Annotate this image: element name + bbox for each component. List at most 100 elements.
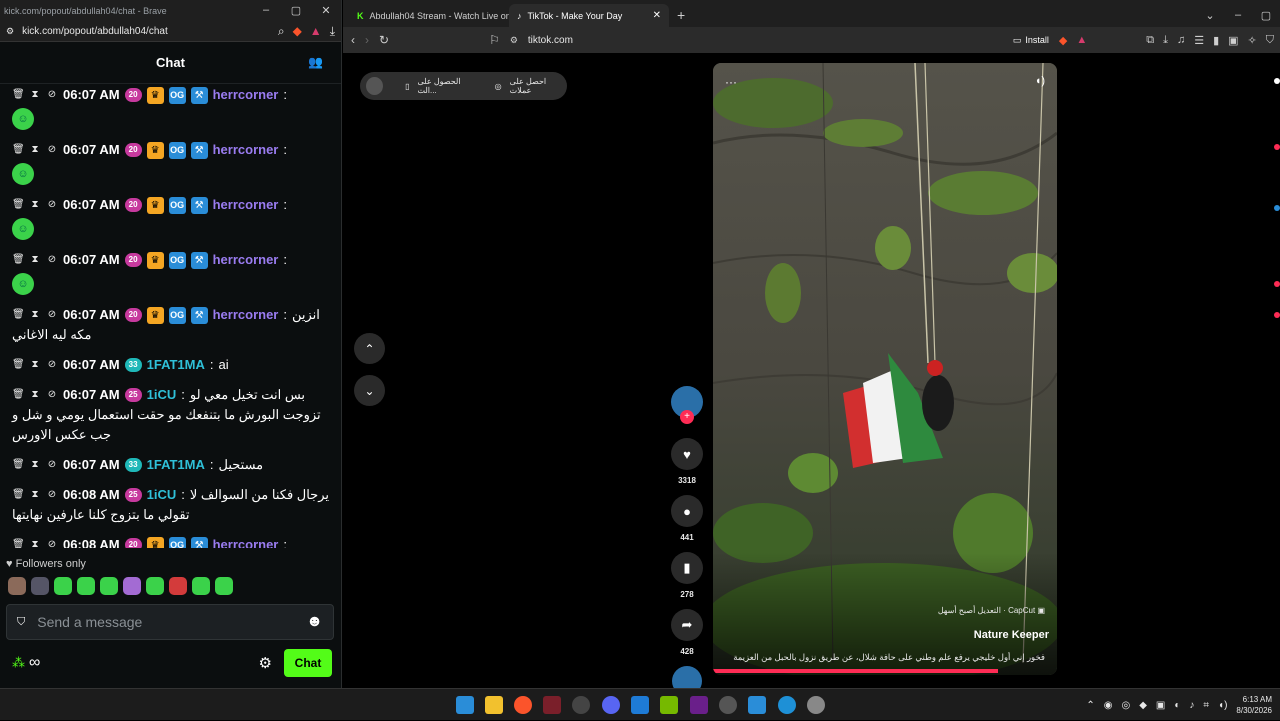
emote-9[interactable]	[192, 577, 210, 595]
shield-icon[interactable]: ⛉	[17, 616, 25, 629]
ban-icon[interactable]: ⊘	[46, 250, 58, 270]
delete-icon[interactable]: 🗑	[12, 250, 25, 270]
settings-taskbar-icon[interactable]	[807, 696, 825, 714]
username[interactable]: herrcorner	[213, 85, 279, 105]
ban-icon[interactable]: ⊘	[46, 85, 58, 105]
ban-icon[interactable]: ⊘	[46, 455, 58, 475]
ban-icon[interactable]: ⊘	[46, 355, 58, 375]
zoom-icon[interactable]: ⌕	[278, 24, 285, 39]
more-options-icon[interactable]: ···	[725, 75, 737, 89]
back-icon[interactable]: ‹	[351, 33, 355, 47]
username[interactable]: herrcorner	[213, 140, 279, 160]
brave-shield-icon[interactable]: ◆	[1059, 34, 1067, 47]
brave-shield-icon[interactable]: ◆	[293, 24, 302, 39]
emote-8[interactable]	[169, 577, 187, 595]
chat-message[interactable]: 🗑 ⧗ ⊘ 06:07 AM 20 ♛ OG ⚒ herrcorner: ☺	[0, 139, 340, 185]
app-icon-3[interactable]	[631, 696, 649, 714]
brave-rewards-icon[interactable]: ▲	[1076, 34, 1087, 47]
comment-button[interactable]: ●	[671, 495, 703, 527]
timeout-icon[interactable]: ⧗	[29, 250, 41, 270]
video-player[interactable]: ··· ◖) ▣ CapCut · التعديل أصبح أسهل Natu…	[713, 63, 1057, 675]
username[interactable]: herrcorner	[213, 535, 279, 548]
message-input[interactable]: ⛉ Send a message ☻	[6, 604, 334, 640]
vpn-icon[interactable]: ⛉	[1266, 34, 1274, 47]
brave-taskbar-icon[interactable]	[514, 696, 532, 714]
delete-icon[interactable]: 🗑	[12, 195, 25, 215]
chat-message[interactable]: 🗑 ⧗ ⊘ 06:07 AM 20 ♛ OG ⚒ herrcorner: انزين مكه ليه…	[0, 304, 340, 345]
forward-icon[interactable]: ›	[365, 33, 369, 47]
timeout-icon[interactable]: ⧗	[29, 305, 41, 325]
chat-message[interactable]: 🗑 ⧗ ⊘ 06:07 AM 25 1iCU: بس انت تخيل معي لو تزوج…	[0, 384, 340, 445]
site-settings-icon[interactable]: ⚙	[6, 26, 14, 37]
emote-5[interactable]	[100, 577, 118, 595]
chat-message[interactable]: 🗑 ⧗ ⊘ 06:08 AM 25 1iCU: يرجال فكنا من السوالف …	[0, 484, 340, 525]
install-button[interactable]: ▭ Install	[1013, 35, 1049, 46]
bookmark-icon[interactable]: ⚐	[489, 33, 500, 47]
nvidia-icon[interactable]	[660, 696, 678, 714]
timeout-icon[interactable]: ⧗	[29, 535, 41, 548]
delete-icon[interactable]: 🗑	[12, 85, 25, 105]
tab-tiktok[interactable]: ♪ TikTok - Make Your Day ✕	[509, 4, 669, 27]
save-button[interactable]: ▮	[671, 552, 703, 584]
ban-icon[interactable]: ⊘	[46, 140, 58, 160]
chat-message[interactable]: 🗑 ⧗ ⊘ 06:07 AM 20 ♛ OG ⚒ herrcorner: ☺	[0, 194, 340, 240]
emote-4[interactable]	[77, 577, 95, 595]
timeout-icon[interactable]: ⧗	[29, 455, 41, 475]
download-icon[interactable]: ⤓	[1163, 34, 1168, 47]
delete-icon[interactable]: 🗑	[12, 305, 25, 325]
emote-7[interactable]	[146, 577, 164, 595]
ban-icon[interactable]: ⊘	[46, 535, 58, 548]
volume-icon[interactable]: ◖)	[1035, 75, 1045, 87]
steam-icon[interactable]: ◐	[1174, 700, 1180, 711]
extensions-icon[interactable]: ⧉	[1146, 34, 1154, 47]
timeout-icon[interactable]: ⧗	[29, 485, 41, 505]
username[interactable]: herrcorner	[213, 250, 279, 270]
app-icon-2[interactable]	[572, 696, 590, 714]
next-video-button[interactable]: ⌄	[354, 375, 385, 406]
creator-avatar[interactable]: +	[671, 386, 703, 424]
minimize-icon[interactable]: –	[1224, 9, 1252, 22]
emote-10[interactable]	[215, 577, 233, 595]
tray-app-icon[interactable]: ▣	[1156, 700, 1165, 711]
username[interactable]: herrcorner	[213, 195, 279, 215]
site-info-icon[interactable]: ⚙	[510, 35, 518, 46]
emoji-icon[interactable]: ☻	[306, 613, 323, 631]
tray-app-icon[interactable]: ◆	[1139, 700, 1147, 711]
delete-icon[interactable]: 🗑	[12, 355, 25, 375]
app-icon-7[interactable]	[778, 696, 796, 714]
pill-get-coins[interactable]: احصل على عملات	[510, 77, 567, 95]
file-explorer-icon[interactable]	[485, 696, 503, 714]
mic-icon[interactable]: ♪	[1189, 700, 1194, 711]
follow-plus-icon[interactable]: +	[680, 410, 694, 424]
timeout-icon[interactable]: ⧗	[29, 85, 41, 105]
delete-icon[interactable]: 🗑	[12, 455, 25, 475]
ban-icon[interactable]: ⊘	[46, 485, 58, 505]
username[interactable]: 1iCU	[147, 385, 177, 405]
username[interactable]: 1FAT1MA	[147, 455, 205, 475]
emote-1[interactable]	[8, 577, 26, 595]
download-icon[interactable]: ⤓	[330, 24, 335, 39]
emote-2[interactable]	[31, 577, 49, 595]
chat-message[interactable]: 🗑 ⧗ ⊘ 06:07 AM 33 1FAT1MA: ai	[0, 354, 340, 375]
delete-icon[interactable]: 🗑	[12, 140, 25, 160]
emote-3[interactable]	[54, 577, 72, 595]
chat-message[interactable]: 🗑 ⧗ ⊘ 06:07 AM 20 ♛ OG ⚒ herrcorner: ☺	[0, 249, 340, 295]
chat-message[interactable]: 🗑 ⧗ ⊘ 06:07 AM 20 ♛ OG ⚒ herrcorner: ☺	[0, 84, 340, 130]
tab-kick[interactable]: K Abdullah04 Stream - Watch Live on K	[349, 4, 509, 27]
left-address-bar[interactable]: ⚙ kick.com/popout/abdullah04/chat ⌕ ◆ ▲ …	[0, 21, 341, 42]
tray-app-icon[interactable]: ◉	[1104, 700, 1113, 711]
app-icon-1[interactable]	[543, 696, 561, 714]
reload-icon[interactable]: ↻	[379, 33, 389, 47]
delete-icon[interactable]: 🗑	[12, 535, 25, 548]
close-icon[interactable]: ✕	[311, 4, 341, 17]
like-button[interactable]: ♥	[671, 438, 703, 470]
timeout-icon[interactable]: ⧗	[29, 140, 41, 160]
previous-video-button[interactable]: ⌃	[354, 333, 385, 364]
settings-icon[interactable]: ⚙	[259, 654, 272, 672]
kick-points-icon[interactable]: ⁂	[12, 655, 25, 671]
delete-icon[interactable]: 🗑	[12, 385, 25, 405]
pill-get-app[interactable]: الحصول على الت...	[418, 77, 479, 95]
network-icon[interactable]: ⌗	[1203, 700, 1209, 711]
timeout-icon[interactable]: ⧗	[29, 355, 41, 375]
media-icon[interactable]: ♫	[1177, 34, 1185, 47]
